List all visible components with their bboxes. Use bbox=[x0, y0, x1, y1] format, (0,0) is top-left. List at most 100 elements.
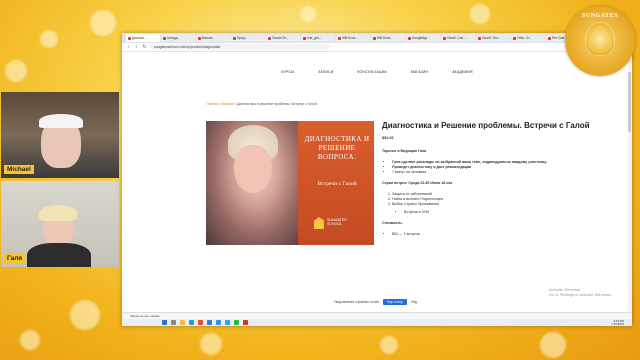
download-item[interactable]: Запись встреч нажав bbox=[130, 314, 159, 318]
host-line: Таролог и Видящая Гала bbox=[382, 148, 427, 153]
cookie-accept-button[interactable]: Мэр Аххор bbox=[383, 299, 407, 305]
tab-favicon-icon bbox=[268, 36, 271, 40]
steps-list: Защита от заболеваний Найти и выгнать По… bbox=[382, 192, 612, 207]
participant-tile-michael[interactable]: Michael bbox=[1, 92, 119, 178]
product-title: Диагностика и Решение проблемы. Встречи … bbox=[382, 121, 590, 130]
browser-tab[interactable]: Диагнос... bbox=[126, 34, 160, 42]
start-icon[interactable] bbox=[162, 320, 167, 325]
browser-tab[interactable]: GoogleAgr... bbox=[406, 34, 440, 42]
browser-tab[interactable]: WB Krow... bbox=[371, 34, 405, 42]
host-photo bbox=[206, 121, 298, 245]
tab-label: WB Krow... bbox=[342, 36, 358, 40]
zoom-icon[interactable] bbox=[216, 320, 221, 325]
cookie-notice: Уведомление о файлах cookie Мэр Аххор Об… bbox=[334, 299, 417, 305]
tab-favicon-icon bbox=[233, 36, 236, 40]
browser-tab[interactable]: Oracle Gr... bbox=[266, 34, 300, 42]
bokeh-light bbox=[70, 300, 100, 330]
cost-label: Стоимость: bbox=[382, 220, 403, 225]
bokeh-light bbox=[40, 30, 58, 48]
browser-tab[interactable]: WB Krow... bbox=[336, 34, 370, 42]
tab-favicon-icon bbox=[548, 36, 551, 40]
activate-hint: Go to Settings to activate Windows. bbox=[548, 292, 612, 297]
back-icon[interactable]: ‹ bbox=[126, 44, 131, 50]
bokeh-light bbox=[5, 60, 27, 82]
browser-tab[interactable]: nna_grd... bbox=[301, 34, 335, 42]
chrome-icon[interactable] bbox=[198, 320, 203, 325]
participant-name-tag: Галя bbox=[4, 254, 26, 263]
reload-icon[interactable]: ↻ bbox=[142, 44, 147, 50]
cookie-other-button[interactable]: Обд bbox=[411, 300, 417, 304]
tab-favicon-icon bbox=[198, 36, 201, 40]
browser-tab[interactable]: Ошиб. Тел... bbox=[476, 34, 510, 42]
card-logo-text: SUNGATES SCHOOL bbox=[327, 218, 347, 227]
list-item: 7 минут на человека bbox=[392, 170, 612, 175]
school-logo: SUNGATES bbox=[565, 6, 635, 76]
edge-icon[interactable] bbox=[189, 320, 194, 325]
tray-date: 7/16/2024 bbox=[611, 321, 624, 326]
system-tray[interactable]: 9:03 PM 7/16/2024 bbox=[611, 319, 624, 326]
taskbar: 9:03 PM 7/16/2024 bbox=[122, 319, 632, 326]
breadcrumb-home[interactable]: Главная bbox=[206, 102, 219, 106]
tab-label: Табл. Сч. bbox=[517, 36, 531, 40]
breadcrumb: Главная / Магазин / Диагностика и решени… bbox=[206, 102, 317, 106]
tab-favicon-icon bbox=[338, 36, 341, 40]
participant-hair bbox=[39, 205, 77, 221]
list-item: $52 — 1 встреча bbox=[392, 232, 612, 237]
tab-favicon-icon bbox=[163, 36, 166, 40]
tab-label: Ошиб. Сел... bbox=[447, 36, 466, 40]
breadcrumb-shop[interactable]: Магазин bbox=[221, 102, 234, 106]
tab-label: Ангард... bbox=[167, 36, 180, 40]
feature-list: Гала сделает расклады по выбранной вами … bbox=[382, 160, 612, 175]
browser-tab[interactable]: Ошиб. Сел... bbox=[441, 34, 475, 42]
bokeh-light bbox=[20, 330, 40, 350]
browser-tab[interactable]: Ангард... bbox=[161, 34, 195, 42]
forward-icon[interactable]: › bbox=[134, 44, 139, 50]
mail-icon[interactable] bbox=[207, 320, 212, 325]
files-icon[interactable] bbox=[180, 320, 185, 325]
bokeh-light bbox=[300, 6, 316, 22]
tab-label: Диагнос... bbox=[132, 36, 147, 40]
tab-label: Oracle Gr... bbox=[272, 36, 289, 40]
sub-list: Встреча в ЗУМ bbox=[382, 210, 612, 215]
site-nav: КУРСЫ ЗАПИСИ КОНСУЛЬТАЦИИ МАГАЗИН АКАДЕМ… bbox=[122, 70, 632, 74]
list-item: Встреча в ЗУМ bbox=[404, 210, 612, 215]
browser-tab[interactable]: Ватсап... bbox=[196, 34, 230, 42]
participant-tile-galya[interactable]: Галя bbox=[1, 181, 119, 267]
participant-body bbox=[27, 243, 91, 267]
nav-records[interactable]: ЗАПИСИ bbox=[318, 70, 333, 74]
tab-label: nna_grd... bbox=[307, 36, 322, 40]
telegram-icon[interactable] bbox=[225, 320, 230, 325]
scrollbar-thumb[interactable] bbox=[628, 72, 631, 132]
download-bar: Запись встреч нажав bbox=[122, 312, 632, 319]
product-info: Диагностика и Решение проблемы. Встречи … bbox=[382, 121, 612, 237]
tab-favicon-icon bbox=[513, 36, 516, 40]
product-price: $52.00 bbox=[382, 135, 394, 140]
list-item: Выбор Страны Проживания bbox=[392, 202, 612, 207]
bokeh-light bbox=[380, 336, 398, 354]
product-image[interactable]: ДИАГНОСТИКА И РЕШЕНИЕ ВОПРОСА. Встречи с… bbox=[206, 121, 374, 245]
schedule-line: Серия встреч: Среда 23.30 Июля 18 иск bbox=[382, 180, 453, 185]
nav-consultations[interactable]: КОНСУЛЬТАЦИИ bbox=[357, 70, 387, 74]
url-field[interactable]: sungatesschool.ru/shop/product/diagnosti… bbox=[150, 44, 330, 50]
nav-courses[interactable]: КУРСЫ bbox=[281, 70, 294, 74]
tab-label: GoogleAgr... bbox=[412, 36, 430, 40]
page-scrollbar[interactable] bbox=[628, 52, 632, 326]
browser-tab[interactable]: Пред... bbox=[231, 34, 265, 42]
host-face bbox=[234, 145, 272, 193]
browser-window: Диагнос... Ангард... Ватсап... Пред... Oracl… bbox=[122, 33, 632, 326]
logo-text: SUNGATES bbox=[582, 13, 618, 19]
search-icon[interactable] bbox=[171, 320, 176, 325]
tab-label: WB Krow... bbox=[377, 36, 393, 40]
app-icon[interactable] bbox=[243, 320, 248, 325]
nav-academy[interactable]: АКАДЕМИЯ bbox=[452, 70, 472, 74]
tab-label: Ошиб. Тел... bbox=[482, 36, 501, 40]
bokeh-light bbox=[90, 10, 116, 36]
participant-cap bbox=[39, 114, 83, 128]
whatsapp-icon[interactable] bbox=[234, 320, 239, 325]
tab-favicon-icon bbox=[478, 36, 481, 40]
nav-shop[interactable]: МАГАЗИН bbox=[411, 70, 428, 74]
browser-tab[interactable]: Табл. Сч. bbox=[511, 34, 545, 42]
tab-favicon-icon bbox=[303, 36, 306, 40]
tab-label: Ватсап... bbox=[202, 36, 216, 40]
tab-favicon-icon bbox=[408, 36, 411, 40]
